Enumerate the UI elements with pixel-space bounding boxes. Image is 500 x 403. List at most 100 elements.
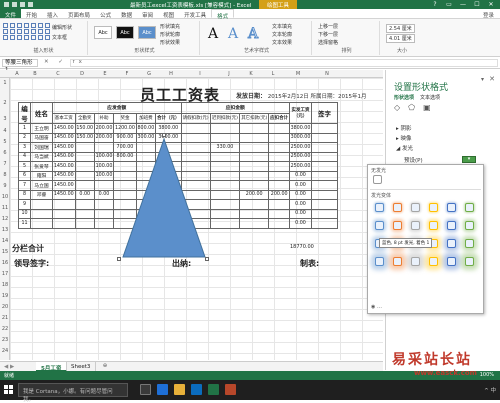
table-cell[interactable]: [268, 161, 290, 172]
table-cell[interactable]: 0.00: [289, 208, 312, 219]
table-cell[interactable]: [268, 142, 290, 153]
save-icon[interactable]: [12, 2, 17, 7]
table-cell[interactable]: 150.00: [74, 132, 95, 143]
table-cell[interactable]: 3800.00: [155, 123, 182, 134]
column-header[interactable]: A: [10, 71, 24, 77]
column-header[interactable]: K: [240, 71, 262, 77]
table-cell[interactable]: [239, 180, 270, 191]
glow-variant-option[interactable]: [411, 221, 420, 230]
table-cell[interactable]: [30, 199, 53, 210]
table-cell[interactable]: [180, 123, 211, 134]
table-cell[interactable]: [239, 123, 270, 134]
formula-input[interactable]: [70, 59, 498, 67]
table-cell[interactable]: 1450.00: [52, 142, 76, 153]
table-cell[interactable]: 100.00: [93, 151, 115, 162]
undo-icon[interactable]: [20, 2, 25, 7]
section-glow[interactable]: ◢ 发光: [396, 144, 413, 152]
table-cell[interactable]: 6: [18, 170, 31, 181]
row-header[interactable]: 12: [0, 216, 10, 222]
table-cell[interactable]: 1450.00: [52, 151, 76, 162]
table-cell[interactable]: [268, 132, 290, 143]
more-glow-colors[interactable]: ◉ …: [371, 304, 382, 310]
table-cell[interactable]: 100.00: [93, 170, 115, 181]
column-header[interactable]: N: [312, 71, 342, 77]
table-cell[interactable]: [93, 199, 115, 210]
table-cell[interactable]: 1: [18, 123, 31, 134]
table-cell[interactable]: 邓睿: [30, 189, 53, 200]
table-cell[interactable]: [268, 180, 290, 191]
row-header[interactable]: 22: [0, 326, 10, 332]
table-cell[interactable]: [239, 218, 270, 229]
tab-format[interactable]: 格式: [211, 9, 235, 20]
table-cell[interactable]: 8: [18, 189, 31, 200]
table-cell[interactable]: 张爱琴: [30, 161, 53, 172]
wordart-outline[interactable]: A: [247, 27, 258, 42]
table-cell[interactable]: 1450.00: [52, 123, 76, 134]
help-icon[interactable]: ?: [428, 0, 442, 9]
table-cell[interactable]: [311, 161, 338, 172]
table-cell[interactable]: [209, 218, 241, 229]
table-cell[interactable]: 200.00: [93, 123, 115, 134]
row-header[interactable]: 2: [0, 100, 10, 106]
table-cell[interactable]: [74, 199, 95, 210]
table-cell[interactable]: [239, 132, 270, 143]
minimize-icon[interactable]: —: [456, 0, 470, 9]
table-cell[interactable]: 330.00: [209, 142, 241, 153]
glow-variant-option[interactable]: [375, 221, 384, 230]
table-cell[interactable]: 3000.00: [289, 132, 312, 143]
shape-fill-button[interactable]: 形状填充: [160, 23, 180, 30]
table-cell[interactable]: [209, 132, 241, 143]
drawing-tools-context-tab[interactable]: 绘图工具: [259, 0, 298, 9]
glow-variant-option[interactable]: [375, 203, 384, 212]
table-cell[interactable]: 刘国瑞: [30, 142, 53, 153]
effects-icon[interactable]: ⬠: [408, 103, 415, 112]
table-cell[interactable]: 马立国: [30, 180, 53, 191]
column-header[interactable]: E: [94, 71, 116, 77]
tab-text-options[interactable]: 文本选项: [420, 94, 440, 101]
table-cell[interactable]: 1450.00: [52, 180, 76, 191]
row-header[interactable]: 11: [0, 205, 10, 211]
shape-style-black[interactable]: Abc: [116, 26, 134, 39]
row-header[interactable]: 5: [0, 139, 10, 145]
table-cell[interactable]: 2500.00: [289, 151, 312, 162]
glow-variant-option[interactable]: [429, 221, 438, 230]
maximize-icon[interactable]: ☐: [470, 0, 484, 9]
row-header[interactable]: 3: [0, 116, 10, 122]
table-cell[interactable]: [93, 208, 115, 219]
name-box[interactable]: 等腰三角形 1: [2, 59, 38, 73]
row-header[interactable]: 9: [0, 183, 10, 189]
size-properties-icon[interactable]: ▣: [423, 103, 431, 112]
table-cell[interactable]: [239, 142, 270, 153]
text-box-button[interactable]: 文本框: [52, 34, 67, 41]
table-cell[interactable]: [209, 151, 241, 162]
table-cell[interactable]: [74, 218, 95, 229]
table-cell[interactable]: 1450.00: [52, 161, 76, 172]
row-header[interactable]: 24: [0, 348, 10, 354]
column-header[interactable]: I: [182, 71, 218, 77]
column-header[interactable]: L: [262, 71, 284, 77]
column-header[interactable]: B: [24, 71, 46, 77]
glow-variant-option[interactable]: [429, 203, 438, 212]
shape-style-blue[interactable]: Abc: [138, 26, 156, 39]
column-header[interactable]: M: [284, 71, 312, 77]
table-cell[interactable]: [30, 208, 53, 219]
column-header[interactable]: J: [218, 71, 240, 77]
glow-variant-option[interactable]: [447, 257, 456, 266]
table-cell[interactable]: 马当斌: [30, 151, 53, 162]
glow-variant-option[interactable]: [411, 203, 420, 212]
resize-handle-bottom-left[interactable]: [117, 257, 121, 261]
glow-variant-option[interactable]: [411, 257, 420, 266]
task-view-icon[interactable]: [140, 384, 151, 395]
tab-file[interactable]: 文件: [0, 9, 22, 19]
tab-shape-options[interactable]: 形状选项: [394, 94, 414, 101]
table-cell[interactable]: 0.00: [289, 189, 312, 200]
glow-variant-option[interactable]: [447, 203, 456, 212]
column-header[interactable]: H: [160, 71, 182, 77]
glow-variant-option[interactable]: [465, 221, 474, 230]
table-cell[interactable]: [239, 151, 270, 162]
table-cell[interactable]: [311, 151, 338, 162]
row-header[interactable]: 7: [0, 161, 10, 167]
row-header[interactable]: 19: [0, 293, 10, 299]
table-cell[interactable]: [239, 208, 270, 219]
table-cell[interactable]: [268, 208, 290, 219]
